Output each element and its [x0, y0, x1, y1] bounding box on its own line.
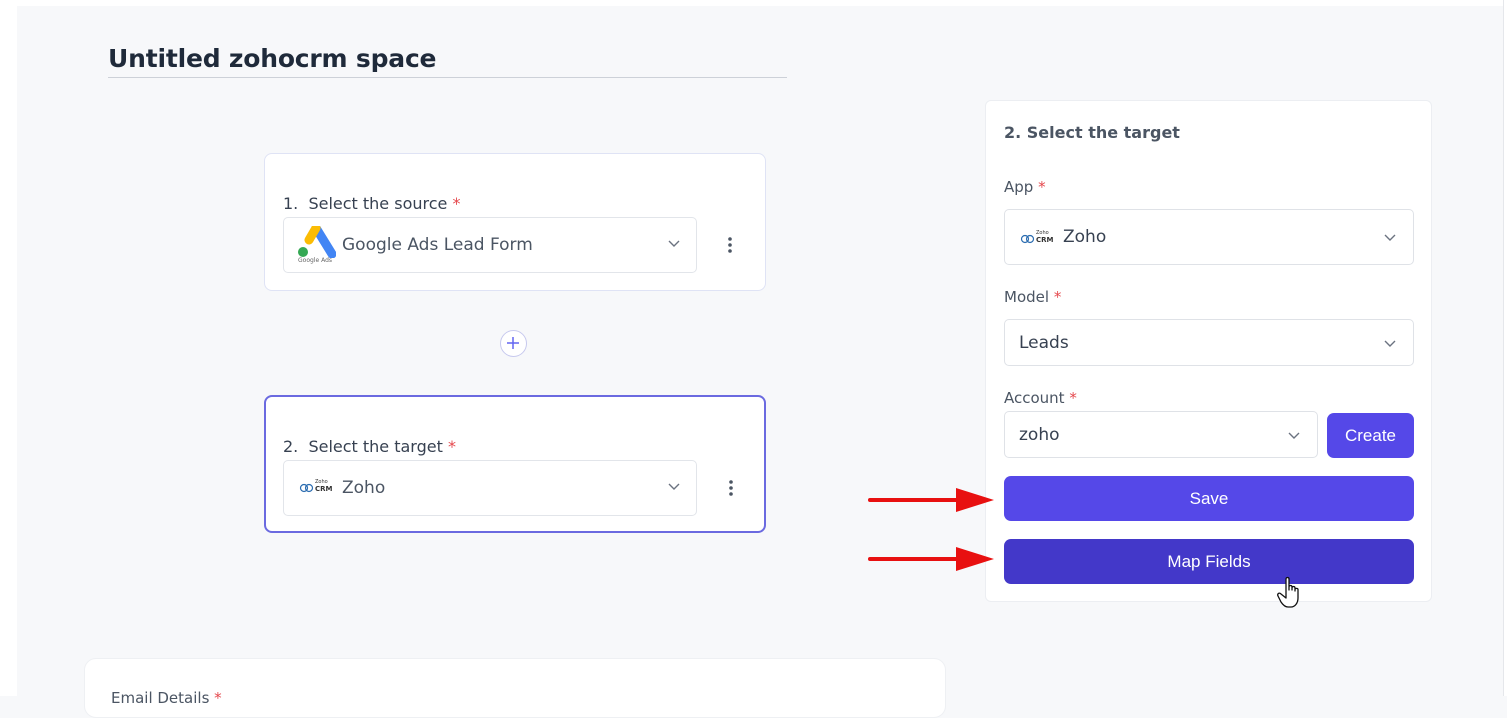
step-number: 1. — [283, 194, 299, 213]
email-details-label-text: Email Details — [111, 689, 210, 707]
left-edge — [0, 0, 17, 696]
required-asterisk: * — [1038, 178, 1046, 196]
source-app-select[interactable]: Google Ads Google Ads Lead Form — [283, 217, 697, 273]
app-label: App * — [1004, 178, 1046, 196]
account-label-text: Account — [1004, 389, 1065, 407]
page-title[interactable]: Untitled zohocrm space — [108, 44, 787, 78]
panel-title: 2. Select the target — [1004, 123, 1180, 142]
logo-text: CRM — [1036, 236, 1054, 244]
model-select[interactable]: Leads — [1004, 319, 1414, 366]
account-label: Account * — [1004, 389, 1077, 407]
required-asterisk: * — [214, 689, 222, 707]
logo-text: CRM — [315, 485, 333, 493]
add-step-button[interactable] — [500, 330, 527, 357]
annotation-arrow-icon — [868, 547, 994, 571]
required-asterisk: * — [447, 437, 456, 456]
selected-source-app: Google Ads Lead Form — [342, 235, 533, 255]
required-asterisk: * — [1069, 389, 1077, 407]
right-scrollbar[interactable] — [1503, 0, 1507, 696]
hand-cursor-icon — [1277, 576, 1299, 608]
save-button[interactable]: Save — [1004, 476, 1414, 521]
logo-caption: Google Ads — [298, 257, 332, 264]
target-app-select[interactable]: Zoho CRM Zoho — [283, 460, 697, 516]
target-step-card[interactable]: 2. Select the target * Zoho CRM Zoho — [264, 395, 766, 533]
map-fields-button[interactable]: Map Fields — [1004, 539, 1414, 584]
chevron-down-icon — [1384, 340, 1396, 347]
step-label-text: Select the source — [308, 194, 448, 213]
source-step-label: 1. Select the source * — [283, 194, 460, 213]
annotation-arrow-icon — [868, 488, 994, 512]
plus-icon — [507, 337, 519, 349]
zoho-crm-logo-icon: Zoho CRM — [1020, 230, 1054, 247]
required-asterisk: * — [452, 194, 461, 213]
model-select-value: Leads — [1019, 332, 1069, 353]
email-details-label: Email Details * — [111, 689, 222, 707]
chevron-down-icon — [668, 483, 680, 490]
email-details-card: Email Details * — [84, 658, 946, 718]
chevron-down-icon — [668, 240, 680, 247]
top-edge — [0, 0, 1507, 6]
target-config-panel: 2. Select the target App * Zoho CRM Zoho… — [985, 100, 1432, 602]
chevron-down-icon — [1288, 432, 1300, 439]
app-select-value: Zoho — [1063, 227, 1107, 247]
model-label-text: Model — [1004, 288, 1050, 306]
google-ads-logo-icon: Google Ads — [296, 223, 337, 266]
source-step-card: 1. Select the source * Google Ads Google… — [264, 153, 766, 291]
app-select[interactable]: Zoho CRM Zoho — [1004, 209, 1414, 265]
app-label-text: App — [1004, 178, 1034, 196]
create-account-button[interactable]: Create — [1327, 413, 1414, 458]
more-options-icon[interactable] — [722, 477, 740, 499]
account-select-value: zoho — [1019, 424, 1060, 445]
zoho-crm-logo-icon: Zoho CRM — [299, 479, 333, 496]
account-select[interactable]: zoho — [1004, 411, 1318, 458]
step-number: 2. — [283, 437, 299, 456]
more-options-icon[interactable] — [721, 234, 739, 256]
chevron-down-icon — [1384, 234, 1396, 241]
selected-target-app: Zoho — [342, 478, 386, 498]
step-label-text: Select the target — [308, 437, 443, 456]
model-label: Model * — [1004, 288, 1061, 306]
target-step-label: 2. Select the target * — [283, 437, 456, 456]
required-asterisk: * — [1053, 288, 1062, 306]
